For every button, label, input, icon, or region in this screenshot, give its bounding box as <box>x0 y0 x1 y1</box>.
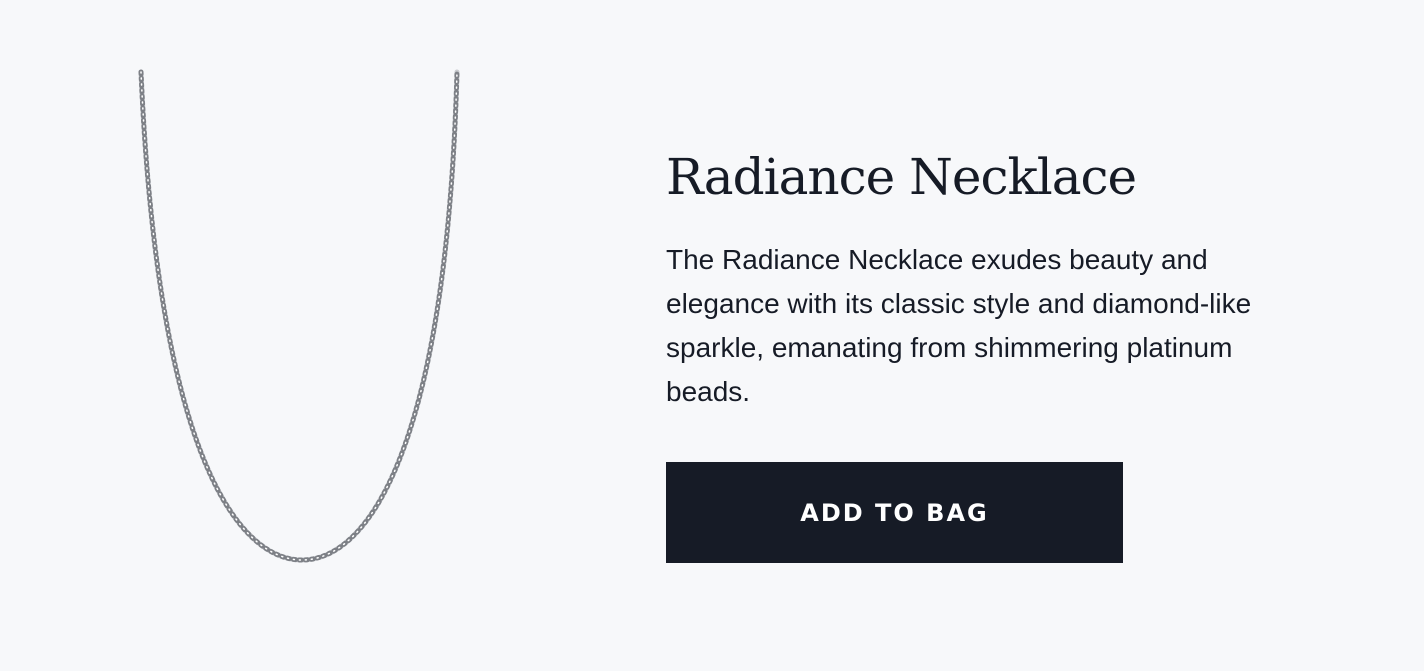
product-details: Radiance Necklace The Radiance Necklace … <box>666 140 1306 414</box>
product-title: Radiance Necklace <box>666 148 1137 206</box>
product-description: The Radiance Necklace exudes beauty and … <box>666 244 1252 407</box>
necklace-icon <box>138 69 460 563</box>
add-to-bag-button[interactable]: ADD TO BAG <box>666 462 1123 563</box>
necklace-image <box>120 60 480 580</box>
product-page: Radiance Necklace The Radiance Necklace … <box>0 0 1424 671</box>
